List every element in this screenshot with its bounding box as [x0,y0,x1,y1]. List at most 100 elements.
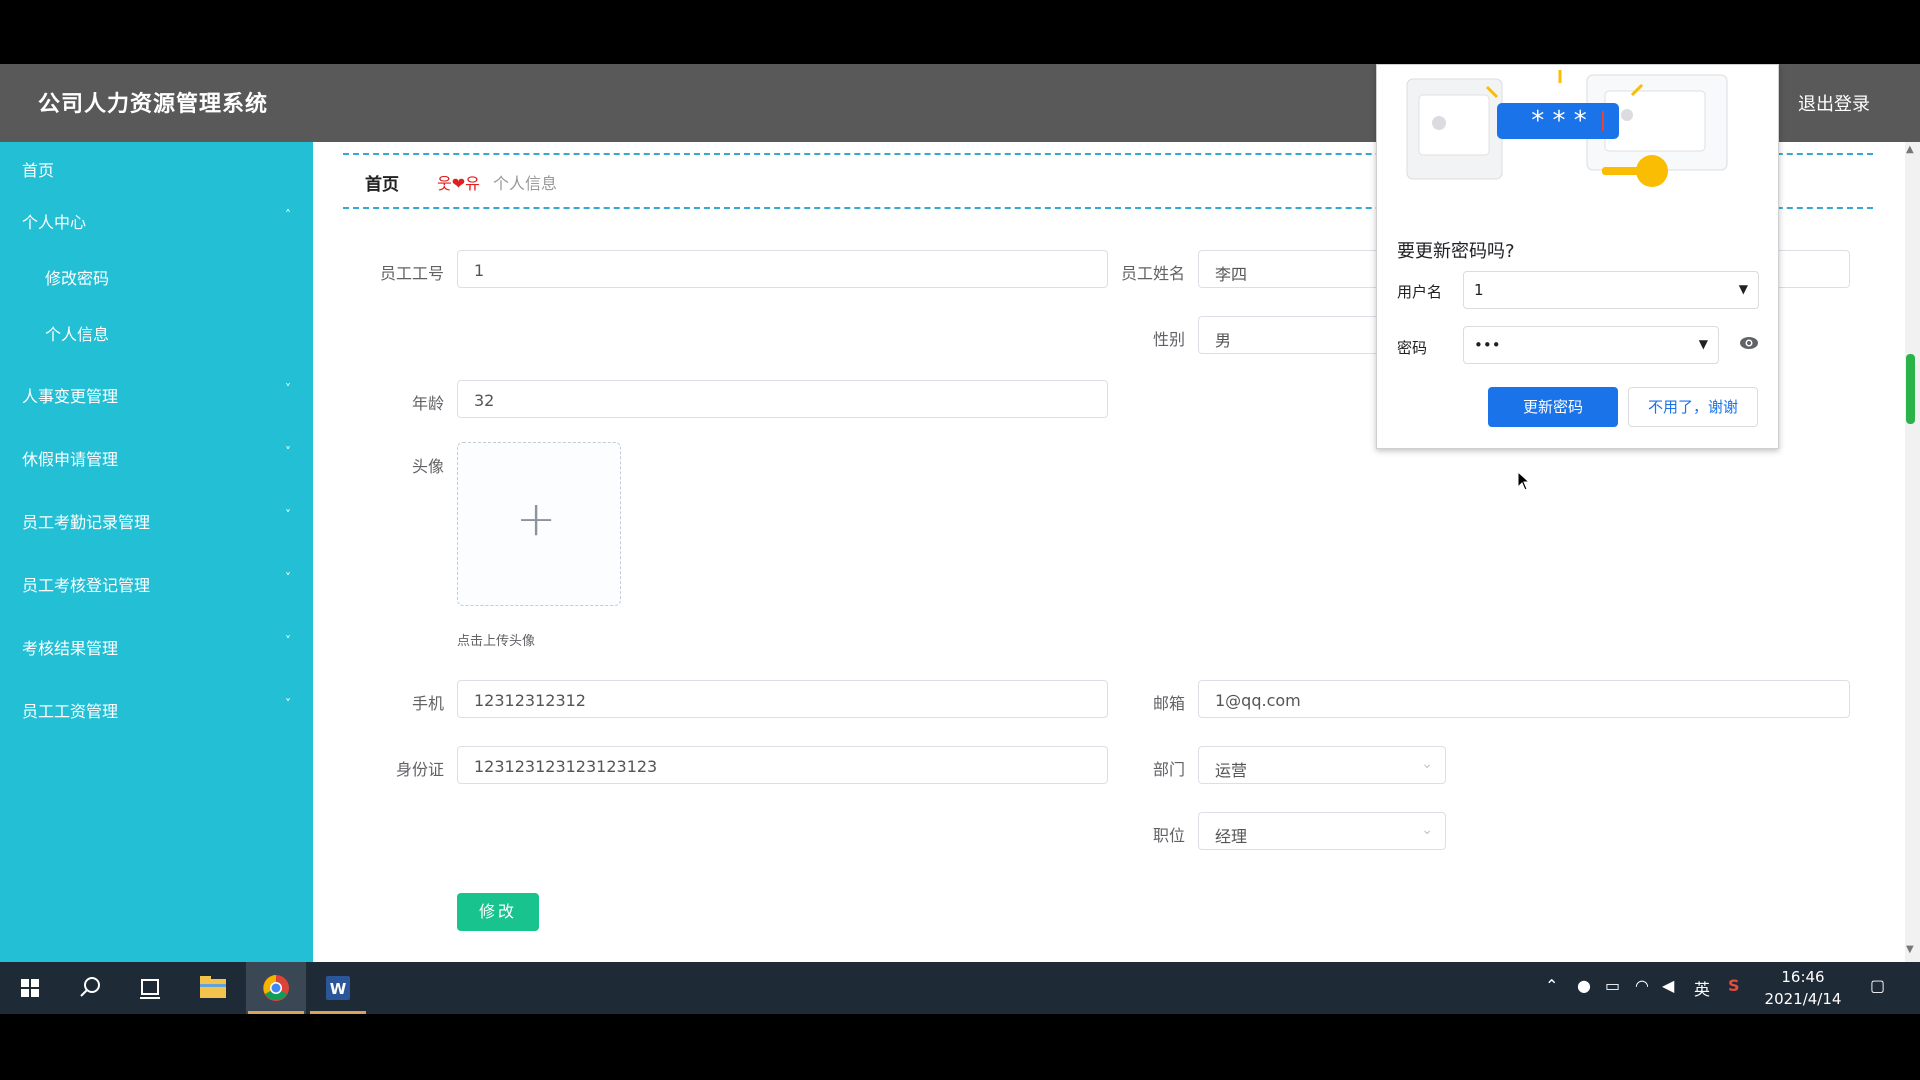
clock-time[interactable]: 16:46 [1758,968,1848,986]
password-select[interactable]: ••• ▼ [1463,326,1719,364]
sidebar-item-label: 员工工资管理 [22,702,119,721]
sidebar-item-personal-center[interactable]: 个人中心 ˄ [0,194,313,244]
ime-indicator[interactable]: 英 [1694,976,1710,1000]
sidebar-item-change-password[interactable]: 修改密码 [0,250,313,300]
sidebar-item-personal-info[interactable]: 个人信息 [0,306,313,356]
password-update-popup: * * * 要更新密码吗? 用户名 1 ▼ 密码 ••• ▼ 更新密码 不用了，… [1376,64,1779,449]
browser-viewport: 公司人力资源管理系统 退出登录 首页 个人中心 ˄ 修改密码 个人信息 人事变更… [0,64,1920,1014]
taskbar: W ⌃ ● ▭ ◠ ◀ 英 S 16:46 2021/4/14 ▢ [0,962,1920,1014]
employee-name-label: 员工姓名 [1120,264,1185,283]
chevron-down-icon: ˅ [285,445,291,459]
position-value: 经理 [1215,827,1248,846]
phone-label: 手机 [411,694,444,713]
logout-button[interactable]: 退出登录 [1798,90,1870,116]
chrome-icon[interactable] [246,962,306,1014]
app-title: 公司人力资源管理系统 [38,92,269,117]
sidebar-item-personnel-change[interactable]: 人事变更管理 ˅ [0,368,313,418]
caret-down-icon: ▼ [1698,337,1708,351]
position-label: 职位 [1152,826,1185,845]
battery-icon[interactable]: ▭ [1605,976,1620,995]
scroll-up-arrow[interactable]: ▲ [1906,144,1914,155]
sidebar-item-results[interactable]: 考核结果管理 ˅ [0,620,313,670]
email-input[interactable]: 1@qq.com [1198,680,1850,718]
chevron-up-icon: ˄ [285,208,291,222]
password-illustration-icon: * * * [1406,70,1728,187]
age-input[interactable]: 32 [457,380,1108,418]
search-icon[interactable] [60,962,120,1014]
file-explorer-icon[interactable] [183,962,243,1014]
sidebar-item-label: 修改密码 [45,269,110,288]
sidebar-item-assessment[interactable]: 员工考核登记管理 ˅ [0,557,313,607]
chevron-down-icon: ˅ [285,382,291,396]
submit-button[interactable]: 修改 [457,893,539,931]
password-value: ••• [1474,336,1501,354]
employee-no-label: 员工工号 [379,264,444,283]
department-label: 部门 [1152,760,1185,779]
sidebar: 首页 个人中心 ˄ 修改密码 个人信息 人事变更管理 ˅ 休假申请管理 ˅ 员工… [0,142,313,1014]
task-view-icon[interactable] [120,962,180,1014]
volume-icon[interactable]: ◀ [1662,976,1674,995]
scroll-down-arrow[interactable]: ▼ [1906,944,1914,955]
eye-icon[interactable] [1739,336,1759,350]
chevron-down-icon: ⌄ [1421,822,1433,838]
avatar-label: 头像 [411,457,444,476]
active-indicator [310,1011,366,1014]
scrollbar-thumb[interactable] [1906,354,1915,424]
sogou-ime-icon[interactable]: S [1728,976,1740,995]
username-label: 用户名 [1397,283,1443,301]
sidebar-item-label: 个人信息 [45,325,110,344]
username-select[interactable]: 1 ▼ [1463,271,1759,309]
username-value: 1 [1474,281,1484,299]
gender-value: 男 [1215,331,1232,350]
gender-label: 性别 [1152,330,1185,349]
sidebar-item-label: 人事变更管理 [22,387,119,406]
sidebar-item-home[interactable]: 首页 [0,142,313,192]
password-label: 密码 [1397,339,1428,357]
sidebar-item-leave[interactable]: 休假申请管理 ˅ [0,431,313,481]
active-indicator [248,1011,304,1014]
popup-title: 要更新密码吗? [1397,241,1515,262]
sidebar-item-label: 休假申请管理 [22,450,119,469]
app-tray-icon[interactable]: ● [1577,976,1591,995]
update-password-button[interactable]: 更新密码 [1488,387,1618,427]
chevron-down-icon: ˅ [285,634,291,648]
id-card-input[interactable]: 123123123123123123 [457,746,1108,784]
caret-down-icon: ▼ [1738,282,1748,296]
notification-icon[interactable]: ▢ [1870,976,1885,995]
chevron-down-icon: ˅ [285,697,291,711]
sidebar-item-salary[interactable]: 员工工资管理 ˅ [0,683,313,733]
word-icon[interactable]: W [308,962,368,1014]
breadcrumb-home[interactable]: 首页 [365,170,399,195]
mouse-cursor-icon [1517,471,1531,491]
email-label: 邮箱 [1152,694,1185,713]
svg-text:* * *: * * * [1531,106,1587,136]
svg-text:W: W [330,980,347,998]
sidebar-item-label: 员工考勤记录管理 [22,513,151,532]
id-card-label: 身份证 [395,760,444,779]
department-value: 运营 [1215,761,1248,780]
employee-no-input[interactable]: 1 [457,250,1108,288]
breadcrumb-current: 个人信息 [493,174,558,193]
scrollbar[interactable] [1905,142,1920,1014]
network-icon[interactable]: ◠ [1635,976,1649,995]
sidebar-item-label: 首页 [22,161,55,180]
department-select[interactable]: 运营 ⌄ [1198,746,1446,784]
chevron-down-icon: ˅ [285,508,291,522]
clock-date[interactable]: 2021/4/14 [1758,990,1848,1008]
chevron-up-icon[interactable]: ⌃ [1545,976,1558,995]
sidebar-item-attendance[interactable]: 员工考勤记录管理 ˅ [0,494,313,544]
dismiss-button[interactable]: 不用了，谢谢 [1628,387,1758,427]
avatar-uploader[interactable]: + [457,442,621,606]
chevron-down-icon: ˅ [285,571,291,585]
position-select[interactable]: 经理 ⌄ [1198,812,1446,850]
windows-start-icon[interactable] [0,962,60,1014]
sidebar-item-label: 员工考核登记管理 [22,576,151,595]
upload-hint: 点击上传头像 [457,634,536,649]
phone-input[interactable]: 12312312312 [457,680,1108,718]
breadcrumb-separator: 웃❤유 [437,174,480,193]
age-label: 年龄 [411,394,444,413]
plus-icon: + [516,491,557,547]
sidebar-item-label: 个人中心 [22,213,87,232]
sidebar-item-label: 考核结果管理 [22,639,119,658]
chevron-down-icon: ⌄ [1421,756,1433,772]
